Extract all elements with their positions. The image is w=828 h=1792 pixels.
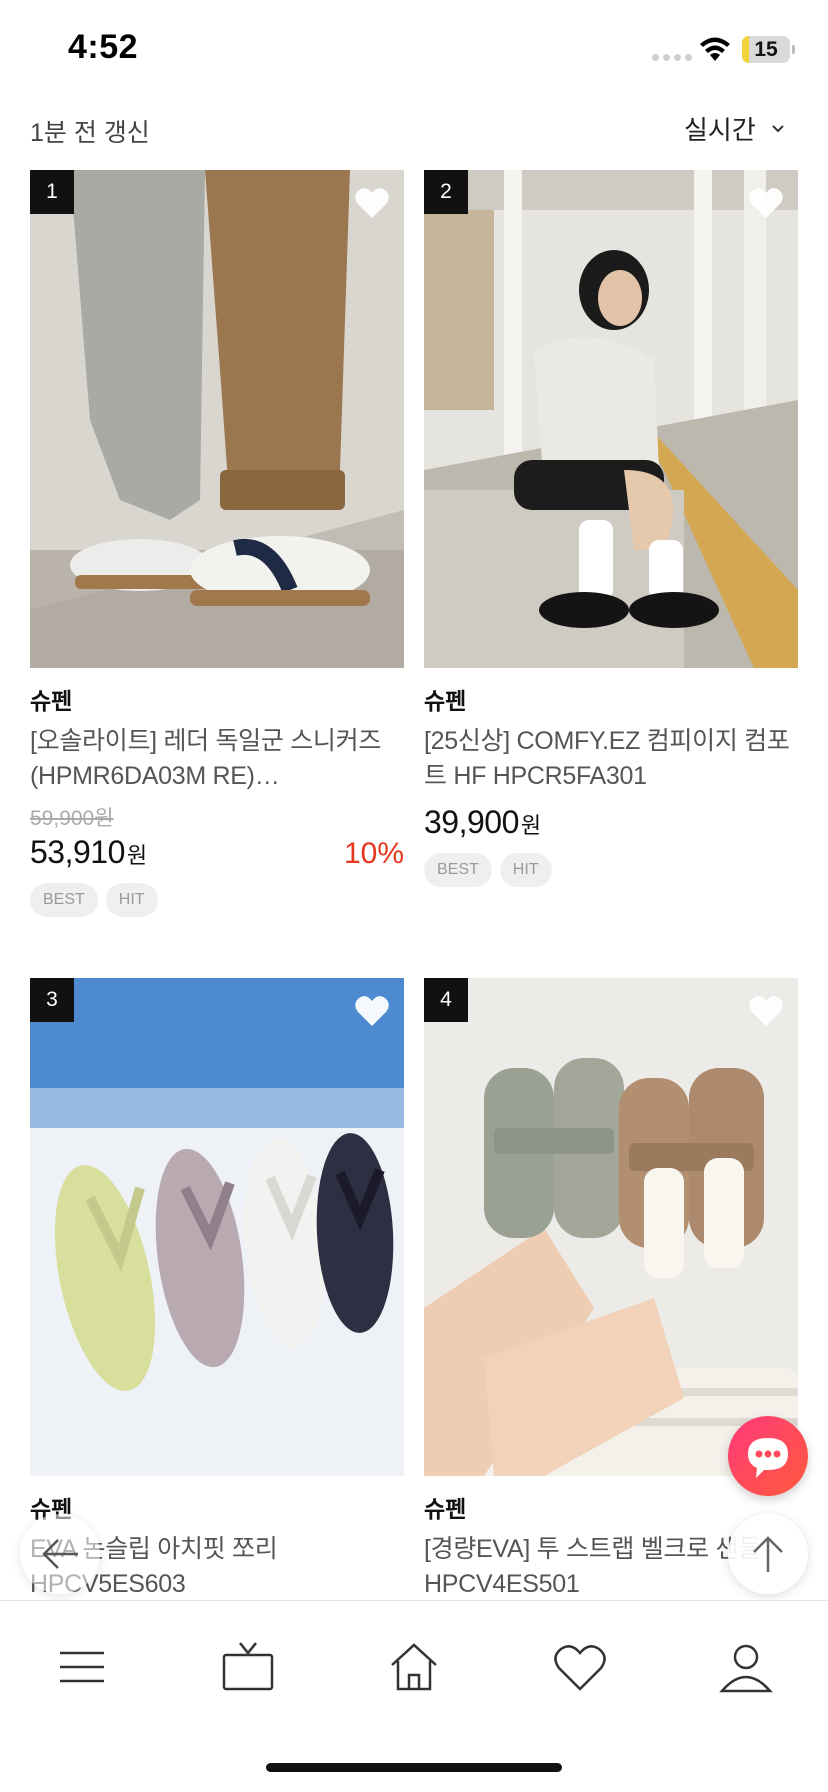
chat-button[interactable] <box>728 1416 808 1496</box>
battery-icon: 15 <box>742 36 790 63</box>
tag-hit: HIT <box>105 883 158 917</box>
heart-icon[interactable] <box>550 1637 610 1697</box>
product-photo-sneakers <box>30 170 404 668</box>
cellular-signal-icon <box>652 54 692 61</box>
wishlist-heart-icon[interactable] <box>748 994 784 1028</box>
back-button[interactable] <box>20 1514 100 1594</box>
scroll-top-button[interactable] <box>728 1514 808 1594</box>
price-value: 53,910 <box>30 834 125 870</box>
sale-price: 53,910원 <box>30 834 147 871</box>
tag-best: BEST <box>424 853 492 887</box>
tag-hit: HIT <box>499 853 552 887</box>
battery-level-text: 15 <box>754 38 778 61</box>
sort-label: 실시간 <box>684 115 756 145</box>
chat-bubble-icon <box>748 1438 788 1478</box>
original-price: 59,900원 <box>30 807 114 830</box>
product-image[interactable]: 4 <box>424 978 798 1476</box>
rank-badge: 2 <box>424 170 468 214</box>
status-time: 4:52 <box>68 28 139 66</box>
price-row: 39,900원 <box>424 804 798 841</box>
brand-name: 슈펜 <box>424 688 467 714</box>
product-photo-model-seated <box>424 170 798 668</box>
product-photo-flip-flops <box>30 978 404 1476</box>
sort-dropdown[interactable]: 실시간 <box>684 110 786 147</box>
refresh-time-text: 1분 전 갱신 <box>30 119 150 147</box>
status-bar: 4:52 15 <box>0 0 828 100</box>
product-photo-sandals <box>424 978 798 1476</box>
wishlist-heart-icon[interactable] <box>354 994 390 1028</box>
tag-list: BEST HIT <box>30 883 404 917</box>
discount-rate: 10% <box>343 837 404 870</box>
home-icon[interactable] <box>384 1637 444 1697</box>
chevron-down-icon <box>772 124 784 132</box>
product-card[interactable]: 3 슈펜 EVA 논슬립 아치핏 쪼리 HPCV5ES603 <box>30 978 404 1602</box>
currency: 원 <box>520 813 541 838</box>
battery-cap <box>792 45 795 54</box>
menu-icon[interactable] <box>52 1637 112 1697</box>
profile-icon[interactable] <box>716 1637 776 1697</box>
arrow-up-icon <box>753 1536 783 1572</box>
product-image[interactable]: 1 <box>30 170 404 668</box>
wishlist-heart-icon[interactable] <box>354 186 390 220</box>
sale-price: 39,900원 <box>424 804 541 841</box>
tv-icon[interactable] <box>218 1637 278 1697</box>
product-name[interactable]: [오솔라이트] 레더 독일군 스니커즈 (HPMR6DA03M RE)… <box>30 724 404 794</box>
home-indicator <box>266 1763 562 1772</box>
tag-list: BEST HIT <box>424 853 798 887</box>
wifi-icon <box>700 37 730 61</box>
rank-badge: 1 <box>30 170 74 214</box>
product-card[interactable]: 1 슈펜 [오솔라이트] 레더 독일군 스니커즈 (HPMR6DA03M RE)… <box>30 170 404 917</box>
product-name[interactable]: [25신상] COMFY.EZ 컴피이지 컴포트 HF HPCR5FA301 <box>424 724 798 794</box>
brand-name: 슈펜 <box>30 688 73 714</box>
currency: 원 <box>126 843 147 868</box>
arrow-left-icon <box>42 1539 78 1569</box>
product-card[interactable]: 4 슈펜 [경량EVA] 투 스트랩 벨크로 샌들 HPCV4ES501 <box>424 978 798 1602</box>
price-value: 39,900 <box>424 804 519 840</box>
rank-badge: 3 <box>30 978 74 1022</box>
price-row: 53,910원 10% <box>30 834 404 871</box>
product-image[interactable]: 3 <box>30 978 404 1476</box>
product-image[interactable]: 2 <box>424 170 798 668</box>
product-card[interactable]: 2 슈펜 [25신상] COMFY.EZ 컴피이지 컴포트 HF HPCR5FA… <box>424 170 798 887</box>
wishlist-heart-icon[interactable] <box>748 186 784 220</box>
rank-badge: 4 <box>424 978 468 1022</box>
tag-best: BEST <box>30 883 98 917</box>
